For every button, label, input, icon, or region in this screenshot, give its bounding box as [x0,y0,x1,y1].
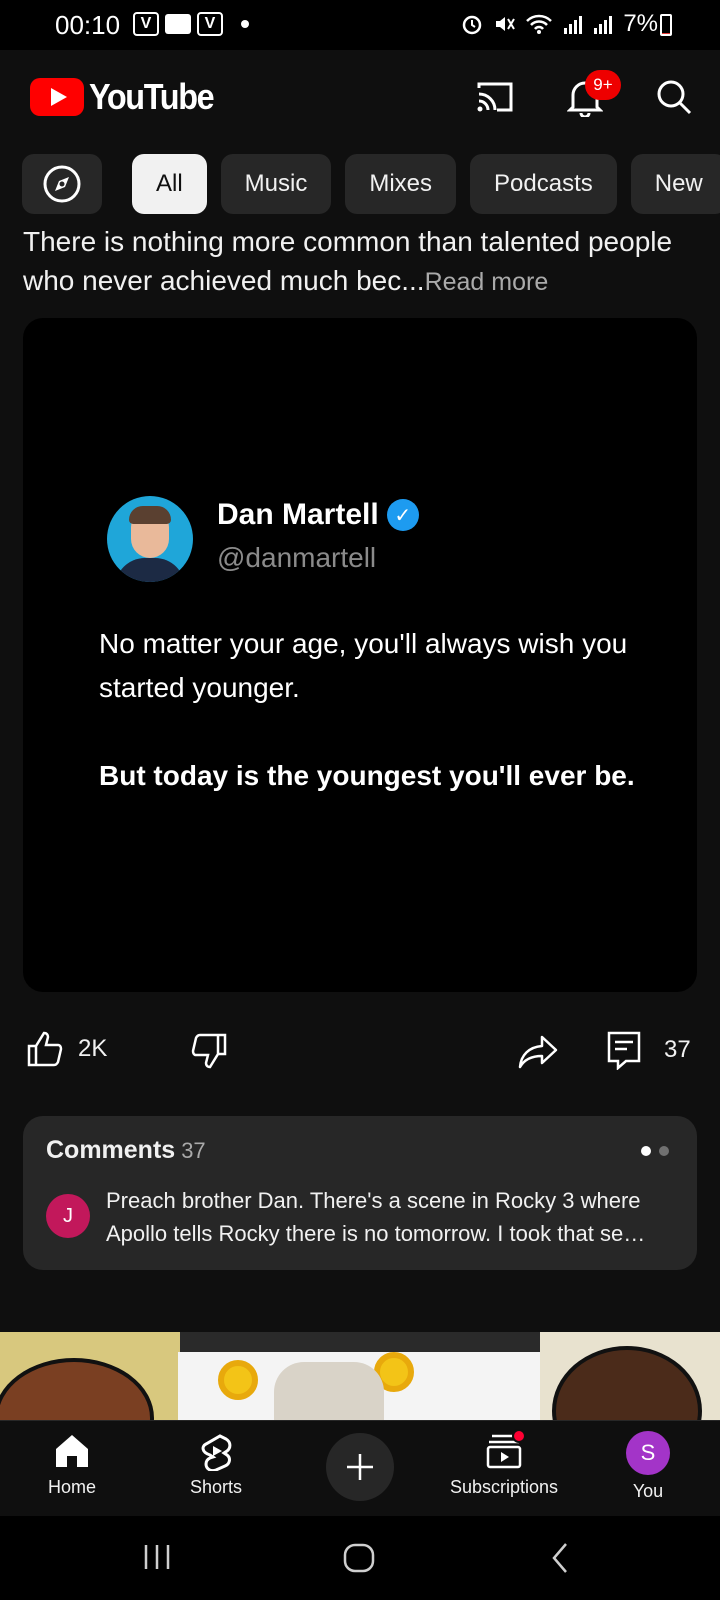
logo-text: YouTube [89,76,215,117]
more-notifications-dot-icon [241,20,249,28]
back-chevron-icon [552,1543,567,1573]
chip-music[interactable]: Music [220,154,332,214]
carousel-dot-active [641,1146,651,1156]
cast-icon [477,82,513,112]
search-icon [657,80,692,115]
wifi-icon [526,14,553,34]
filter-chips: All Music Mixes Podcasts New [22,154,720,214]
author-name-text: Dan Martell [217,498,379,531]
like-button[interactable]: 2K [26,1030,107,1068]
carousel-dot [659,1146,669,1156]
nav-shorts[interactable]: Shorts [156,1431,276,1498]
plus-icon [347,1454,373,1480]
post-image[interactable]: Dan Martell ✓ @danmartell No matter your… [23,318,697,992]
folder-icon [165,14,191,34]
nav-home-label: Home [47,1477,96,1497]
explore-button[interactable] [22,154,102,214]
home-system-button[interactable] [342,1542,376,1579]
search-button[interactable] [651,74,697,120]
system-navigation-bar [0,1516,720,1600]
chip-all[interactable]: All [132,154,207,214]
bottom-navigation: Home Shorts Subscriptions S You [0,1420,720,1516]
app-header: YouTube 9+ [0,50,720,146]
nav-you[interactable]: S You [588,1431,708,1502]
signal-icon [564,16,583,34]
post-body: There is nothing more common than talent… [23,226,673,296]
share-icon [518,1035,558,1069]
author-avatar [107,496,193,582]
status-notification-icons: V V [133,12,249,36]
notification-badge: 9+ [585,70,621,100]
next-video-thumbnail[interactable] [0,1332,720,1420]
share-button[interactable] [518,1034,558,1070]
nav-home[interactable]: Home [12,1431,132,1498]
commenter-avatar: J [46,1194,90,1238]
comment-count: 37 [664,1036,691,1063]
comments-panel[interactable]: Comments 37 J Preach brother Dan. There's… [23,1116,697,1270]
chip-mixes[interactable]: Mixes [345,154,457,214]
like-count: 2K [78,1035,108,1062]
post-actions: 2K 37 [0,1024,720,1080]
nav-you-label: You [632,1481,664,1501]
comment-text: Preach brother Dan. There's a scene in R… [106,1188,646,1246]
comments-button[interactable]: 37 [606,1030,691,1070]
youtube-play-icon [30,78,84,116]
nav-shorts-label: Shorts [189,1477,243,1497]
v-app-icon: V [197,12,223,36]
recent-apps-button[interactable] [140,1542,174,1577]
home-icon [56,1435,88,1467]
comments-title: Comments [46,1136,176,1164]
mute-icon [496,17,516,31]
you-avatar: S [626,1431,670,1475]
status-time: 00:10 [55,10,121,40]
chip-new[interactable]: New [630,154,720,214]
back-button[interactable] [548,1540,572,1581]
quote-line-1: No matter your age, you'll always wish y… [99,628,628,703]
home-circle-icon [343,1543,375,1573]
new-content-dot [512,1429,526,1443]
compass-icon [43,165,81,203]
thumbs-down-icon [191,1033,227,1069]
dislike-button[interactable] [190,1032,228,1070]
status-system-icons: 7% [461,10,658,38]
alarm-icon [463,15,482,35]
thumbs-up-icon [27,1031,63,1067]
battery-icon [660,14,672,36]
post-text[interactable]: There is nothing more common than talent… [23,222,703,302]
battery-percent: 7% [623,10,658,37]
comments-count: 37 [181,1138,206,1163]
signal-icon [594,16,613,34]
status-bar: 00:10 V V 7% [0,0,720,50]
comment-icon [607,1031,641,1070]
author-name: Dan Martell ✓ [217,498,419,532]
shorts-icon [201,1434,232,1471]
youtube-logo[interactable]: YouTube [30,76,227,118]
quote-line-2: But today is the youngest you'll ever be… [99,760,635,791]
recent-apps-icon [144,1545,170,1569]
battery-fill [662,32,670,34]
carousel-dots [641,1146,669,1156]
author-handle: @danmartell [217,542,377,573]
nav-subscriptions-label: Subscriptions [449,1477,559,1497]
post-ellipsis: ... [401,265,425,296]
comments-header: Comments 37 [46,1136,206,1165]
create-button[interactable] [326,1433,394,1501]
nav-subscriptions[interactable]: Subscriptions [444,1431,564,1498]
v-app-icon: V [133,12,159,36]
verified-badge-icon: ✓ [386,499,419,531]
read-more-link[interactable]: Read more [425,268,549,296]
chip-podcasts[interactable]: Podcasts [470,154,617,214]
cast-button[interactable] [472,74,518,120]
